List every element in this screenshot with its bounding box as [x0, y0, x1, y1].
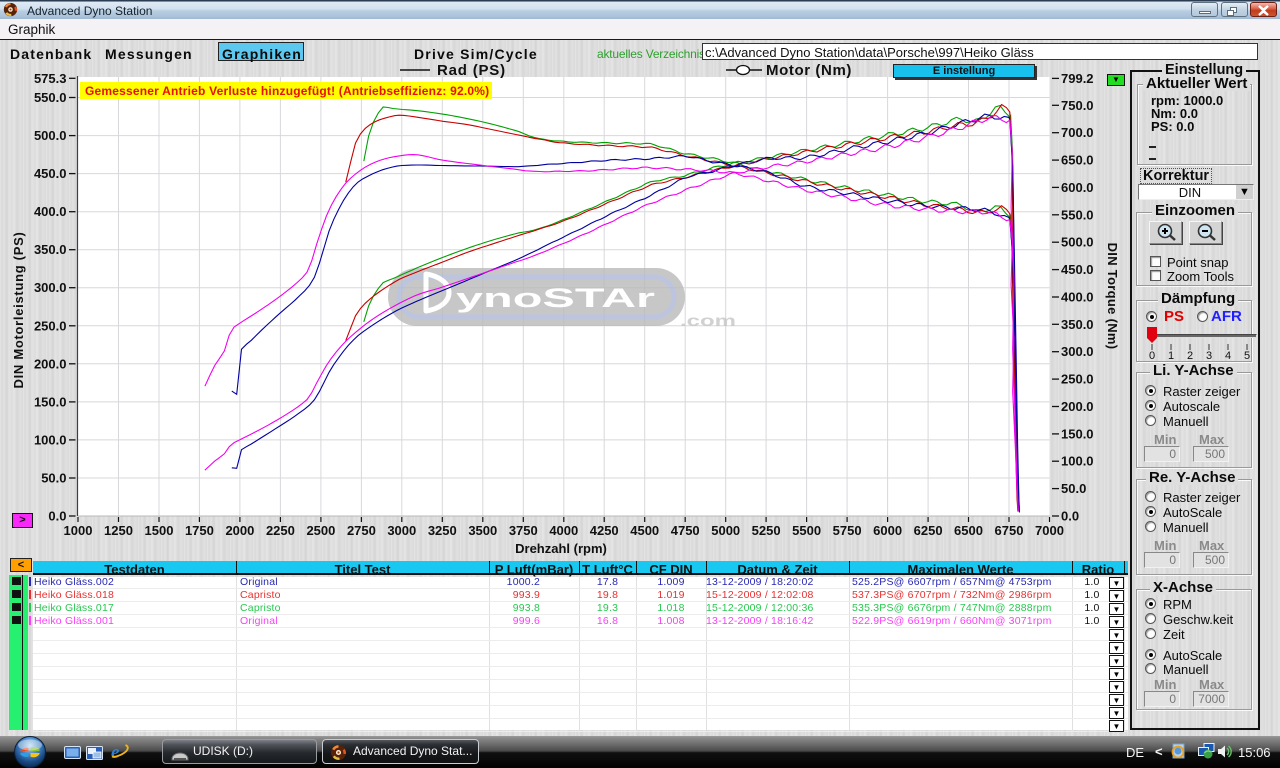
svg-text:5750: 5750	[833, 523, 862, 538]
svg-text:DIN Motorleistung (PS): DIN Motorleistung (PS)	[11, 232, 26, 389]
svg-text:100.0: 100.0	[34, 432, 67, 447]
svg-text:Drehzahl (rpm): Drehzahl (rpm)	[515, 541, 607, 556]
svg-text:200.0: 200.0	[1061, 399, 1094, 414]
svg-text:50.0: 50.0	[1061, 481, 1086, 496]
svg-text:150.0: 150.0	[1061, 426, 1094, 441]
svg-text:50.0: 50.0	[41, 471, 66, 486]
svg-text:700.0: 700.0	[1061, 125, 1094, 140]
svg-text:1750: 1750	[185, 523, 214, 538]
svg-text:450.0: 450.0	[1061, 262, 1094, 277]
svg-text:ynoSTAr: ynoSTAr	[456, 283, 656, 313]
svg-text:e: e	[111, 742, 120, 763]
svg-text:4250: 4250	[590, 523, 619, 538]
svg-text:600.0: 600.0	[1061, 180, 1094, 195]
svg-text:750.0: 750.0	[1061, 98, 1094, 113]
svg-text:2750: 2750	[347, 523, 376, 538]
svg-text:0.0: 0.0	[48, 509, 66, 524]
svg-text:400.0: 400.0	[34, 204, 67, 219]
svg-text:3500: 3500	[468, 523, 497, 538]
svg-text:2500: 2500	[306, 523, 335, 538]
svg-text:3750: 3750	[509, 523, 538, 538]
svg-text:250.0: 250.0	[34, 318, 67, 333]
svg-text:5500: 5500	[792, 523, 821, 538]
svg-text:3000: 3000	[387, 523, 416, 538]
svg-text:350.0: 350.0	[34, 242, 67, 257]
svg-text:.com: .com	[680, 313, 736, 330]
svg-text:0.0: 0.0	[1061, 509, 1079, 524]
svg-text:450.0: 450.0	[34, 166, 67, 181]
svg-text:300.0: 300.0	[1061, 344, 1094, 359]
svg-text:500.0: 500.0	[34, 128, 67, 143]
svg-text:7000: 7000	[1035, 523, 1064, 538]
svg-text:1500: 1500	[145, 523, 174, 538]
svg-text:250.0: 250.0	[1061, 372, 1094, 387]
svg-text:4750: 4750	[671, 523, 700, 538]
svg-text:2000: 2000	[225, 523, 254, 538]
svg-text:2250: 2250	[266, 523, 295, 538]
svg-text:300.0: 300.0	[34, 280, 67, 295]
svg-text:5250: 5250	[752, 523, 781, 538]
svg-text:6250: 6250	[914, 523, 943, 538]
svg-text:400.0: 400.0	[1061, 290, 1094, 305]
svg-text:799.2: 799.2	[1061, 71, 1094, 86]
svg-text:150.0: 150.0	[34, 394, 67, 409]
svg-text:550.0: 550.0	[34, 90, 67, 105]
svg-text:1000: 1000	[64, 523, 93, 538]
svg-text:4000: 4000	[549, 523, 578, 538]
svg-text:6000: 6000	[873, 523, 902, 538]
svg-text:3250: 3250	[428, 523, 457, 538]
svg-text:650.0: 650.0	[1061, 153, 1094, 168]
svg-text:4500: 4500	[630, 523, 659, 538]
svg-text:Gemessener Antrieb Verluste hi: Gemessener Antrieb Verluste hinzugefügt!…	[85, 84, 489, 98]
svg-text:5000: 5000	[711, 523, 740, 538]
svg-text:100.0: 100.0	[1061, 454, 1094, 469]
svg-text:1250: 1250	[104, 523, 133, 538]
svg-text:550.0: 550.0	[1061, 207, 1094, 222]
svg-text:500.0: 500.0	[1061, 235, 1094, 250]
svg-text:200.0: 200.0	[34, 356, 67, 371]
svg-text:DIN Torque (Nm): DIN Torque (Nm)	[1105, 243, 1120, 350]
svg-text:Rad (PS): Rad (PS)	[437, 62, 506, 79]
svg-text:350.0: 350.0	[1061, 317, 1094, 332]
svg-text:Motor (Nm): Motor (Nm)	[766, 62, 852, 79]
svg-text:6750: 6750	[995, 523, 1024, 538]
svg-text:6500: 6500	[954, 523, 983, 538]
svg-text:575.3: 575.3	[34, 71, 67, 86]
